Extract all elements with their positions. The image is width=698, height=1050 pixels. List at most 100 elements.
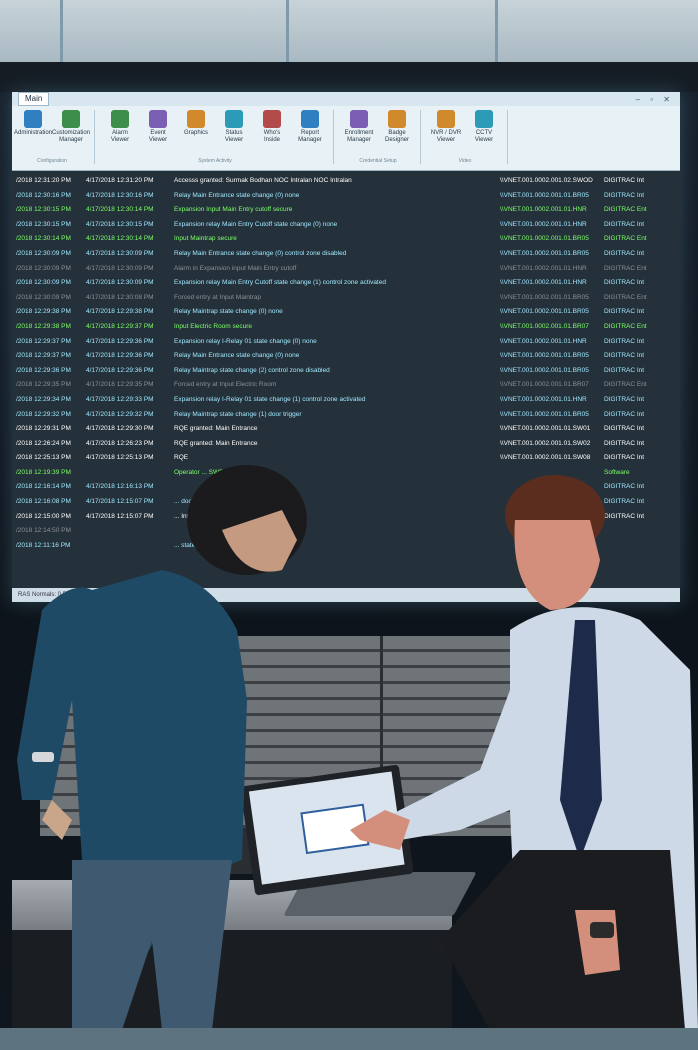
tab-main: Main: [18, 92, 50, 106]
log-cell: DIGITRAC Int: [604, 279, 645, 287]
ribbon-button-label: CCTV Viewer: [474, 130, 494, 143]
ribbon-button: Badge Designer: [380, 110, 414, 164]
log-cell: DIGITRAC Int: [604, 220, 645, 228]
log-cell: Input Electric Room secure: [174, 322, 253, 330]
log-row: /2018 12:30:16 PM 4/17/2018 12:30:16 PM Re…: [16, 189, 676, 204]
log-row: /2018 12:30:15 PM 4/17/2018 12:30:15 PM Ex…: [16, 218, 676, 233]
ribbon-button: Who's Inside: [255, 110, 289, 164]
log-cell: \\VNET.001.0002.001.02.SWOD: [500, 177, 593, 184]
log-cell: \\VNET.001.0002.001.01.SW08: [500, 454, 591, 462]
log-row: /2018 12:30:09 PM 4/17/2018 12:30:09 PM Re…: [16, 247, 676, 262]
log-cell: DIGITRAC Ent: [604, 293, 647, 301]
ribbon-button-icon: [187, 110, 205, 128]
ribbon-button-icon: [225, 110, 243, 128]
log-cell: DIGITRAC Int: [604, 395, 645, 403]
log-cell: \\VNET.001.0002.001.01.SW02: [500, 439, 591, 447]
ribbon-button-icon: [350, 110, 368, 128]
ceiling-seam: [60, 0, 63, 62]
log-cell: /2018 12:29:34 PM: [16, 395, 71, 403]
ribbon-button-icon: [24, 110, 42, 128]
ribbon-group-label: Video: [458, 158, 472, 164]
log-cell: 4/17/2018 12:29:36 PM: [86, 352, 154, 360]
ribbon-button: Event Viewer: [141, 110, 175, 164]
log-cell: /2018 12:30:15 PM: [16, 206, 71, 214]
log-cell: Input Maintrap secure: [174, 235, 237, 243]
log-cell: Expansion relay I-Relay 01 state change …: [174, 395, 366, 403]
log-cell: \\VNET.001.0002.001.01.BR07: [500, 381, 589, 389]
ribbon-button-icon: [475, 110, 493, 128]
log-row: /2018 12:30:09 PM 4/17/2018 12:30:08 PM Fo…: [16, 291, 676, 306]
log-cell: DIGITRAC Int: [604, 352, 645, 360]
log-row: /2018 12:31:20 PM 4/17/2018 12:31:20 PM Ac…: [16, 174, 676, 189]
log-row: /2018 12:29:37 PM 4/17/2018 12:29:36 PM Re…: [16, 349, 676, 364]
log-cell: /2018 12:29:35 PM: [16, 381, 71, 389]
log-cell: \\VNET.001.0002.001.01.HNR: [500, 337, 587, 345]
log-cell: /2018 12:31:20 PM: [16, 177, 71, 184]
log-cell: DIGITRAC Int: [604, 366, 645, 374]
ribbon-button: Customization Manager: [52, 110, 91, 164]
wall-header-band: [0, 62, 698, 92]
log-row: /2018 12:29:35 PM 4/17/2018 12:29:35 PM Fo…: [16, 378, 676, 393]
ribbon-button-label: NVR / DVR Viewer: [430, 130, 462, 143]
ribbon-button-label: Report Manager: [298, 130, 322, 143]
log-cell: Relay Main Entrance state change (0) con…: [174, 249, 347, 257]
log-cell: DIGITRAC Ent: [604, 235, 647, 243]
log-cell: /2018 12:30:09 PM: [16, 264, 71, 272]
log-row: /2018 12:29:32 PM 4/17/2018 12:29:32 PM Re…: [16, 408, 676, 423]
ribbon-button-label: Customization Manager: [52, 130, 91, 143]
ribbon-button-icon: [111, 110, 129, 128]
log-cell: 4/17/2018 12:29:37 PM: [86, 322, 154, 330]
log-row: /2018 12:29:31 PM 4/17/2018 12:29:30 PM RQ…: [16, 422, 676, 437]
log-cell: DIGITRAC Int: [604, 454, 645, 462]
log-cell: 4/17/2018 12:29:33 PM: [86, 395, 154, 403]
log-cell: Expansion relay Main Entry Cutoff state …: [174, 279, 386, 287]
window-controls: – ▫ ✕: [635, 94, 674, 104]
log-cell: /2018 12:30:16 PM: [16, 191, 71, 199]
log-cell: \\VNET.001.0002.001.01.BR05: [500, 308, 589, 316]
log-cell: DIGITRAC Int: [604, 249, 645, 257]
log-cell: DIGITRAC Int: [604, 177, 645, 184]
log-cell: \\VNET.001.0002.001.01.BR05: [500, 235, 589, 243]
ceiling-panels: [0, 0, 698, 62]
ribbon-group: Enrollment Manager Badge Designer Credenti…: [342, 110, 421, 164]
log-cell: /2018 12:29:38 PM: [16, 322, 71, 330]
log-cell: \\VNET.001.0002.001.01.BR05: [500, 249, 589, 257]
log-cell: DIGITRAC Int: [604, 410, 645, 418]
log-cell: DIGITRAC Ent: [604, 206, 647, 214]
log-cell: DIGITRAC Ent: [604, 264, 647, 272]
log-cell: DIGITRAC Ent: [604, 322, 647, 330]
log-cell: DIGITRAC Int: [604, 308, 645, 316]
ribbon-button: Graphics: [179, 110, 213, 164]
ribbon-button-icon: [149, 110, 167, 128]
log-cell: Relay Main Entrance state change (0) non…: [174, 191, 300, 199]
man-in-shirt-and-tie: [350, 475, 698, 1030]
log-cell: Relay Main Entrance state change (0) non…: [174, 352, 300, 360]
log-cell: \\VNET.001.0002.001.01.HNR: [500, 395, 587, 403]
log-cell: \\VNET.001.0002.001.01.BR07: [500, 322, 589, 330]
log-cell: Expansion relay Main Entry Cutoff state …: [174, 220, 338, 228]
log-cell: 4/17/2018 12:30:09 PM: [86, 264, 154, 272]
ribbon-button-label: Who's Inside: [263, 130, 281, 143]
log-row: /2018 12:29:36 PM 4/17/2018 12:29:36 PM Re…: [16, 364, 676, 379]
photo-scene: Main – ▫ ✕ Administration Customization M…: [0, 0, 698, 1050]
log-cell: 4/17/2018 12:30:15 PM: [86, 220, 154, 228]
log-row: /2018 12:30:09 PM 4/17/2018 12:30:09 PM Al…: [16, 262, 676, 277]
log-cell: 4/17/2018 12:30:08 PM: [86, 293, 154, 301]
ribbon-button: Alarm Viewer: [103, 110, 137, 164]
ribbon-button: Administration: [14, 110, 53, 164]
ribbon-button: Status Viewer: [217, 110, 251, 164]
ribbon-button-icon: [437, 110, 455, 128]
log-cell: DIGITRAC Ent: [604, 381, 647, 389]
ribbon-button: Report Manager: [293, 110, 327, 164]
ribbon-button-label: Status Viewer: [224, 130, 244, 143]
log-cell: /2018 12:29:37 PM: [16, 352, 71, 360]
log-row: /2018 12:30:09 PM 4/17/2018 12:30:09 PM Ex…: [16, 276, 676, 291]
log-cell: \\VNET.001.0002.001.01.BR05: [500, 191, 589, 199]
ribbon-button-icon: [62, 110, 80, 128]
log-cell: \\VNET.001.0002.001.01.BR05: [500, 410, 589, 418]
log-cell: 4/17/2018 12:30:16 PM: [86, 191, 154, 199]
log-cell: /2018 12:30:15 PM: [16, 220, 71, 228]
log-cell: Forced entry at Input Electric Room: [174, 381, 277, 389]
ribbon-button-label: Administration: [14, 130, 53, 136]
log-cell: 4/17/2018 12:29:32 PM: [86, 410, 154, 418]
